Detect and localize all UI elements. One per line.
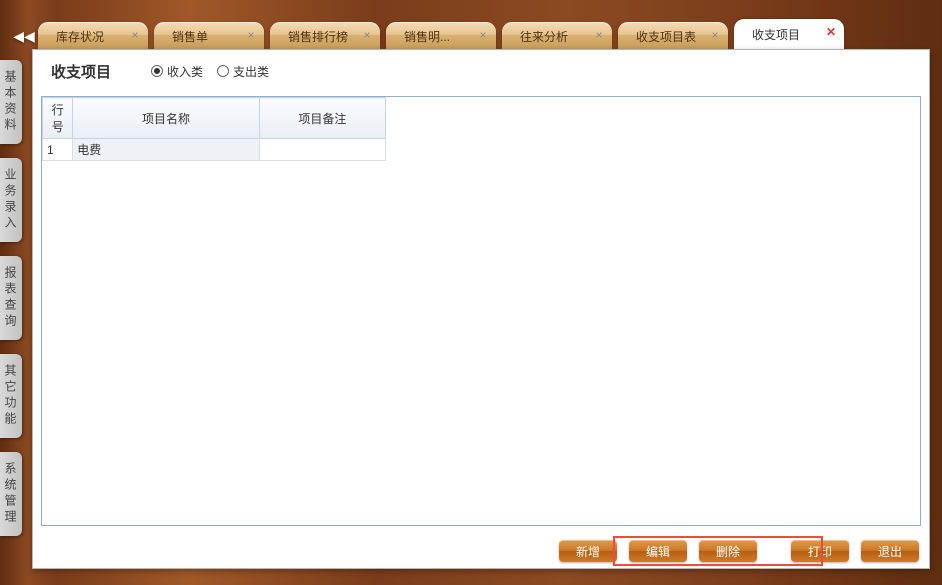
exit-button[interactable]: 退出 [861,540,919,562]
close-icon[interactable]: × [708,28,722,42]
tab-sales-order[interactable]: 销售单 × [154,22,264,50]
sidemenu-basic-data[interactable]: 基本资料 [0,60,22,144]
tab-label: 销售单 [172,28,208,45]
radio-expense[interactable]: 支出类 [217,63,269,80]
tab-ar-analysis[interactable]: 往来分析 × [502,22,612,50]
close-icon[interactable]: × [592,28,606,42]
tab-label: 销售排行榜 [288,28,348,45]
radio-income[interactable]: 收入类 [151,63,203,80]
panel-title: 收支项目 [51,61,111,82]
close-icon[interactable]: × [476,28,490,42]
close-icon[interactable]: × [244,28,258,42]
table-header-row: 行号 项目名称 项目备注 [43,98,386,139]
edit-button[interactable]: 编辑 [629,540,687,562]
radio-label: 收入类 [167,63,203,80]
data-grid[interactable]: 行号 项目名称 项目备注 1电费 [41,96,921,526]
cell-remark[interactable] [259,139,385,161]
tab-label: 库存状况 [56,28,104,45]
radio-label: 支出类 [233,63,269,80]
sidemenu-business-entry[interactable]: 业务录入 [0,158,22,242]
tab-bar: ◀◀ 库存状况 × 销售单 × 销售排行榜 × 销售明... × 往来分析 × … [10,18,942,50]
tab-label: 销售明... [404,28,450,45]
tab-sales-ranking[interactable]: 销售排行榜 × [270,22,380,50]
cell-rownum: 1 [43,139,73,161]
close-icon[interactable]: × [128,28,142,42]
close-icon[interactable]: ✕ [824,25,838,39]
print-button[interactable]: 打印 [791,540,849,562]
tab-label: 往来分析 [520,28,568,45]
radio-icon [151,65,163,77]
table-row[interactable]: 1电费 [43,139,386,161]
col-header-name[interactable]: 项目名称 [73,98,260,139]
tab-label: 收支项目表 [636,28,696,45]
close-icon[interactable]: × [360,28,374,42]
side-menu: 基本资料 业务录入 报表查询 其它功能 系统管理 [0,60,22,536]
tab-income-expense-report[interactable]: 收支项目表 × [618,22,728,50]
tabs-scroll-left[interactable]: ◀◀ [10,22,38,50]
tab-label: 收支项目 [752,26,800,43]
add-button[interactable]: 新增 [559,540,617,562]
category-radio-group: 收入类 支出类 [151,63,269,80]
sidemenu-report-query[interactable]: 报表查询 [0,256,22,340]
tab-income-expense-items[interactable]: 收支项目 ✕ [734,19,844,50]
cell-name[interactable]: 电费 [73,139,260,161]
panel-header: 收支项目 收入类 支出类 [33,50,929,92]
sidemenu-other-functions[interactable]: 其它功能 [0,354,22,438]
tab-inventory[interactable]: 库存状况 × [38,22,148,50]
main-panel: 收支项目 收入类 支出类 行号 项目名称 项目备注 1电费 新增 [32,49,930,569]
delete-button[interactable]: 删除 [699,540,757,562]
col-header-remark[interactable]: 项目备注 [259,98,385,139]
footer-toolbar: 新增 编辑 删除 打印 退出 [559,540,919,562]
col-header-rownum[interactable]: 行号 [43,98,73,139]
sidemenu-system-manage[interactable]: 系统管理 [0,452,22,536]
tab-sales-detail[interactable]: 销售明... × [386,22,496,50]
radio-icon [217,65,229,77]
